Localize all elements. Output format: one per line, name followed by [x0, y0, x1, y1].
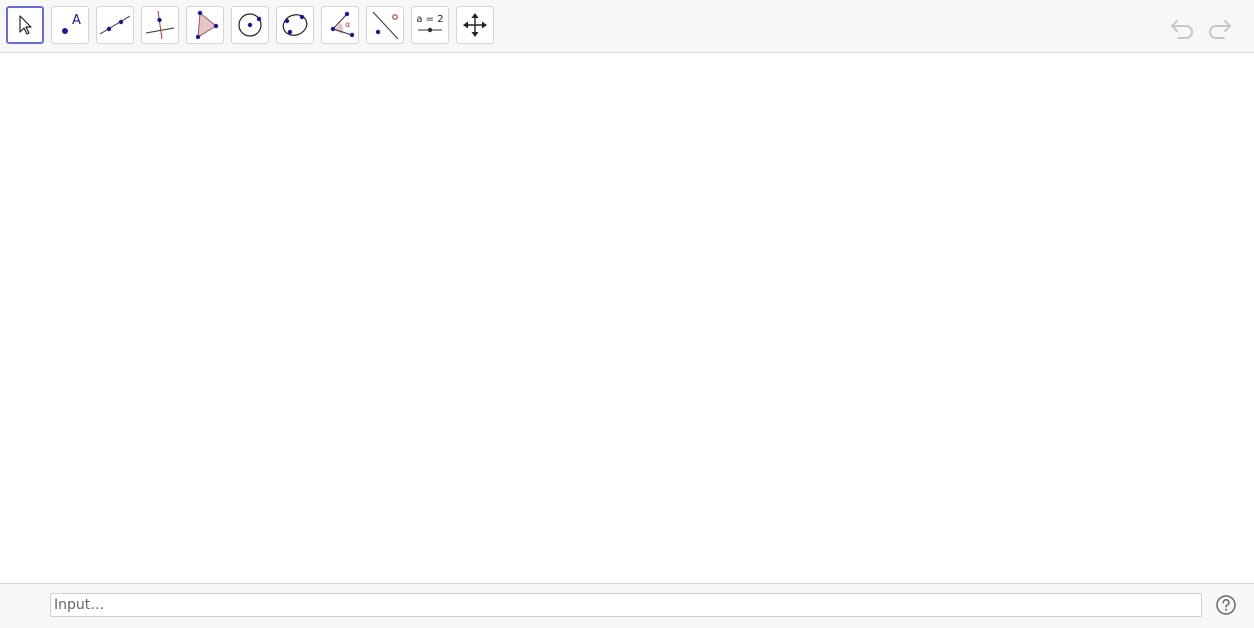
arrow-cursor-icon [19, 15, 32, 35]
conic-tool-button[interactable] [276, 6, 314, 44]
point-icon: A [62, 13, 81, 34]
line-through-points-icon [99, 15, 131, 35]
help-circle-icon [1216, 595, 1236, 615]
toolbar: A α a = 2 [0, 0, 1254, 53]
move-graphics-view-tool-button[interactable] [456, 6, 494, 44]
angle-tool-button[interactable]: α [321, 6, 359, 44]
perpendicular-line-icon [145, 10, 175, 40]
input-bar [0, 583, 1254, 628]
point-tool-button[interactable]: A [51, 6, 89, 44]
slider-icon: a = 2 [416, 14, 444, 33]
reflect-about-line-icon [372, 11, 399, 40]
redo-button[interactable] [1204, 12, 1234, 42]
geogebra-app: A α a = 2 Input… [0, 0, 1254, 628]
polygon-icon [195, 10, 219, 40]
move-tool-button[interactable] [6, 6, 44, 44]
input-field[interactable] [50, 593, 1202, 617]
conic-five-points-icon [282, 14, 308, 36]
redo-icon [1209, 20, 1231, 39]
polygon-tool-button[interactable] [186, 6, 224, 44]
angle-tool-label: α [345, 20, 350, 29]
line-tool-button[interactable] [96, 6, 134, 44]
circle-center-point-icon [238, 13, 262, 37]
move-arrows-icon [463, 13, 487, 37]
graphics-view[interactable] [0, 53, 1254, 583]
undo-icon [1171, 20, 1193, 39]
circle-tool-button[interactable] [231, 6, 269, 44]
slider-tool-label: a = 2 [416, 14, 443, 25]
help-button[interactable] [1216, 595, 1236, 615]
perpendicular-line-tool-button[interactable] [141, 6, 179, 44]
point-tool-label: A [72, 13, 81, 28]
reflect-tool-button[interactable] [366, 6, 404, 44]
slider-tool-button[interactable]: a = 2 [411, 6, 449, 44]
undo-button[interactable] [1168, 12, 1198, 42]
angle-icon: α [330, 11, 355, 38]
